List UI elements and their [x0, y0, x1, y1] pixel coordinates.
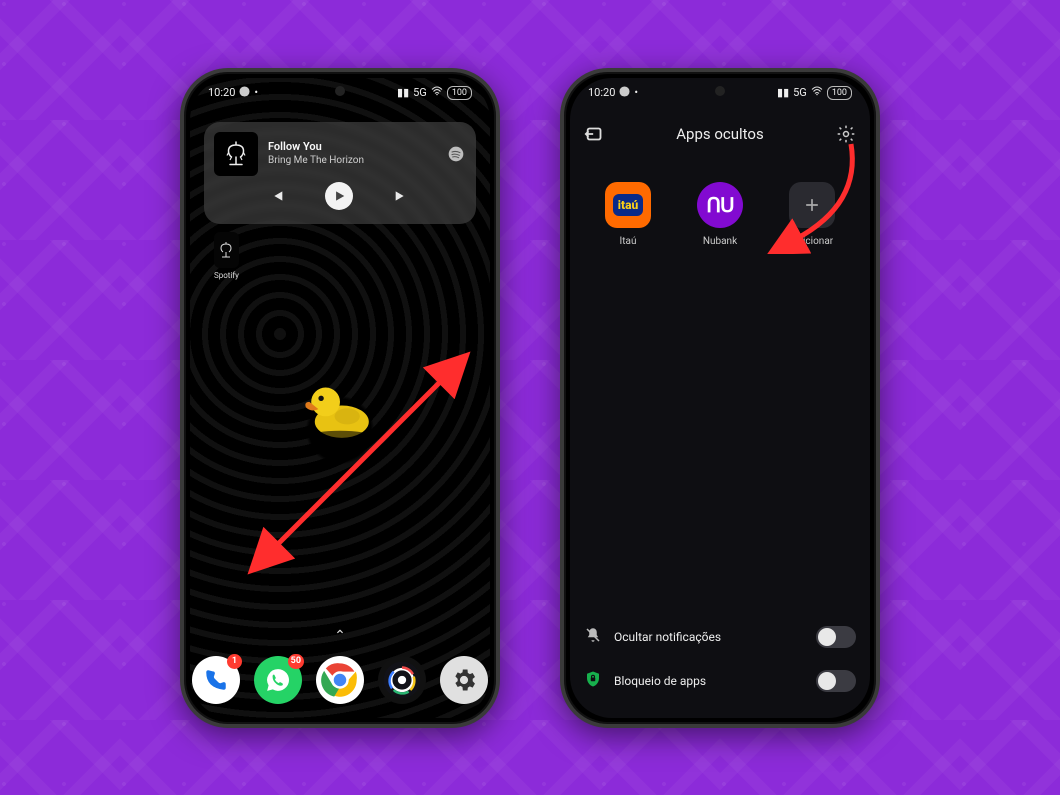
app-label: Nubank — [688, 236, 752, 247]
home-dock: 1 50 — [190, 656, 490, 704]
phone-hidden-apps: 10:20 • ▮▮ 5G 100 — [560, 68, 880, 728]
hidden-apps-options: Ocultar notificações Bloqueio de apps — [584, 626, 856, 692]
app-drawer-handle[interactable]: ⌃ — [334, 628, 346, 644]
wifi-icon — [431, 86, 443, 99]
add-app-button[interactable]: Adicionar — [780, 182, 844, 247]
hidden-app-itau[interactable]: itaú Itaú — [596, 182, 660, 247]
back-button[interactable] — [584, 123, 606, 145]
settings-app[interactable] — [440, 656, 488, 704]
thumb-spotify-caption: Spotify — [214, 271, 239, 280]
app-label: Itaú — [596, 236, 660, 247]
toggle-hide-notifications[interactable] — [816, 626, 856, 648]
phone-app[interactable]: 1 — [192, 656, 240, 704]
play-button[interactable] — [325, 182, 353, 210]
phone-home-screen: 10:20 • ▮▮ 5G 100 — [180, 68, 500, 728]
whatsapp-app[interactable]: 50 — [254, 656, 302, 704]
song-artist: Bring Me The Horizon — [268, 154, 438, 168]
spotify-status-icon — [239, 86, 250, 100]
whatsapp-badge: 50 — [288, 654, 304, 669]
shield-lock-icon — [584, 670, 602, 691]
wifi-icon — [811, 86, 823, 99]
option-label: Bloqueio de apps — [614, 674, 804, 688]
option-hide-notifications[interactable]: Ocultar notificações — [584, 626, 856, 648]
toggle-app-lock[interactable] — [816, 670, 856, 692]
hidden-app-nubank[interactable]: ՈՍ Nubank — [688, 182, 752, 247]
chrome-app[interactable] — [316, 656, 364, 704]
status-time: 10:20 — [588, 86, 615, 99]
widget-suggestion-row[interactable]: Spotify — [204, 232, 476, 280]
wallpaper-duck — [304, 380, 376, 440]
option-label: Ocultar notificações — [614, 630, 804, 644]
tutorial-background: 10:20 • ▮▮ 5G 100 — [0, 0, 1060, 795]
battery-pill: 100 — [447, 86, 472, 100]
battery-pill: 100 — [827, 86, 852, 100]
hidden-apps-grid: itaú Itaú ՈՍ Nubank Adicionar — [570, 182, 870, 247]
network-label: 5G — [793, 86, 807, 99]
phone-badge: 1 — [227, 654, 242, 669]
spotify-status-icon — [619, 86, 630, 100]
signal-icon: ▮▮ — [397, 86, 409, 99]
header-title: Apps ocultos — [676, 125, 763, 143]
network-label: 5G — [413, 86, 427, 99]
song-title: Follow You — [268, 140, 438, 154]
album-art — [214, 132, 258, 176]
app-label: Adicionar — [780, 236, 844, 247]
signal-icon: ▮▮ — [777, 86, 789, 99]
previous-button[interactable] — [269, 188, 285, 204]
spotify-icon — [448, 146, 464, 162]
bell-off-icon — [584, 626, 602, 647]
next-button[interactable] — [393, 188, 409, 204]
status-time: 10:20 — [208, 86, 235, 99]
camera-search-app[interactable] — [378, 656, 426, 704]
settings-button[interactable] — [836, 124, 856, 144]
screen-header: Apps ocultos — [570, 114, 870, 154]
option-app-lock[interactable]: Bloqueio de apps — [584, 670, 856, 692]
music-widget[interactable]: Follow You Bring Me The Horizon — [204, 122, 476, 224]
